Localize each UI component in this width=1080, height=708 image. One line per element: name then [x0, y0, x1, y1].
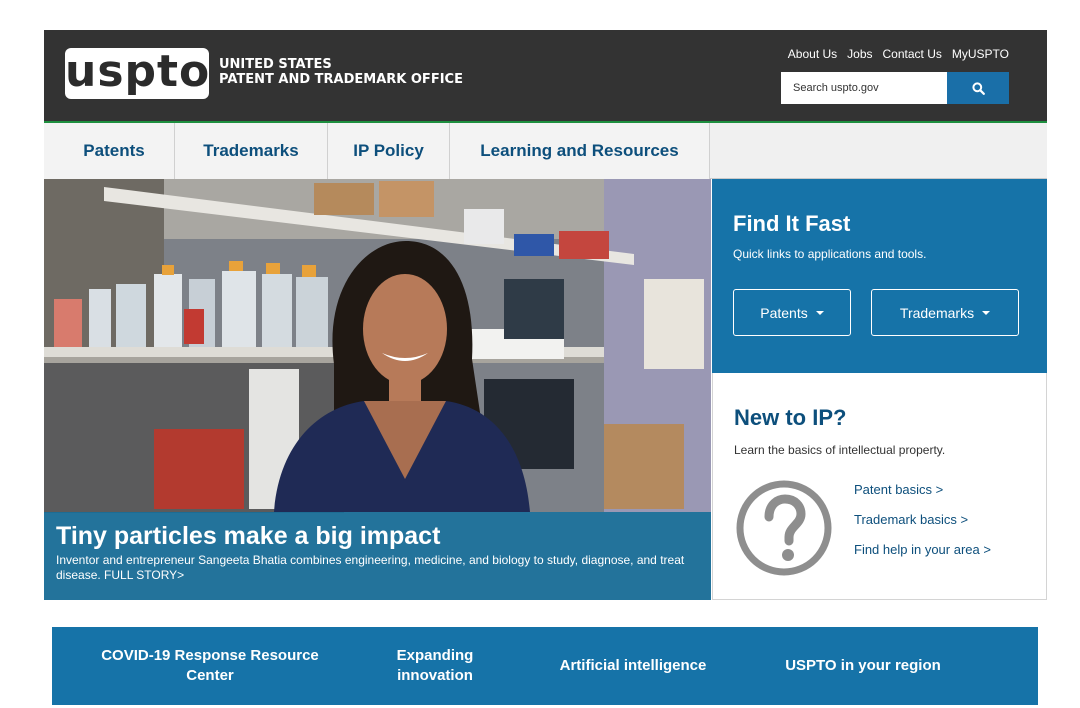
artificial-intelligence-link[interactable]: Artificial intelligence: [508, 656, 758, 676]
site-header: uspto UNITED STATES PATENT AND TRADEMARK…: [44, 30, 1047, 123]
chevron-down-icon: [982, 310, 991, 315]
find-it-fast-subtitle: Quick links to applications and tools.: [733, 247, 927, 261]
hero-banner[interactable]: Tiny particles make a big impact Invento…: [44, 179, 711, 600]
new-to-ip-subtitle: Learn the basics of intellectual propert…: [734, 443, 946, 457]
search-icon: [971, 81, 985, 95]
uspto-logo[interactable]: uspto: [65, 48, 209, 99]
trademarks-dropdown-button[interactable]: Trademarks: [871, 289, 1019, 336]
new-to-ip-title: New to IP?: [734, 405, 847, 430]
office-name-line2: PATENT AND TRADEMARK OFFICE: [219, 72, 463, 87]
myuspto-link[interactable]: MyUSPTO: [947, 47, 1009, 61]
trademarks-dropdown-label: Trademarks: [899, 304, 975, 321]
main-content: Tiny particles make a big impact Invento…: [44, 179, 1047, 600]
main-nav: Patents Trademarks IP Policy Learning an…: [44, 123, 1047, 179]
hero-caption: Tiny particles make a big impact Invento…: [44, 512, 711, 600]
hero-description[interactable]: Inventor and entrepreneur Sangeeta Bhati…: [56, 553, 696, 583]
page-frame: uspto UNITED STATES PATENT AND TRADEMARK…: [44, 30, 1047, 600]
chevron-down-icon: [815, 310, 824, 315]
hero-title[interactable]: Tiny particles make a big impact: [56, 522, 699, 550]
expanding-innovation-link[interactable]: Expanding innovation: [362, 646, 508, 686]
office-name: UNITED STATES PATENT AND TRADEMARK OFFIC…: [219, 57, 463, 87]
search-input[interactable]: [781, 72, 947, 104]
trademark-basics-link[interactable]: Trademark basics >: [854, 512, 991, 527]
patent-basics-link[interactable]: Patent basics >: [854, 482, 991, 497]
about-us-link[interactable]: About Us: [783, 47, 842, 61]
find-it-fast-buttons: Patents Trademarks: [733, 289, 1027, 336]
covid-resource-center-link[interactable]: COVID-19 Response Resource Center: [52, 646, 362, 686]
find-help-link[interactable]: Find help in your area >: [854, 542, 991, 557]
covid-link-line1: COVID-19 Response Resource: [101, 647, 319, 664]
nav-patents[interactable]: Patents: [44, 123, 175, 179]
search-button[interactable]: [947, 72, 1009, 104]
uspto-in-your-region-link[interactable]: USPTO in your region: [758, 656, 968, 676]
patents-dropdown-label: Patents: [760, 304, 808, 321]
jobs-link[interactable]: Jobs: [842, 47, 877, 61]
feature-links-band: COVID-19 Response Resource Center Expand…: [52, 627, 1038, 705]
covid-link-line2: Center: [186, 667, 234, 684]
contact-us-link[interactable]: Contact Us: [878, 47, 947, 61]
utility-links: About Us Jobs Contact Us MyUSPTO: [783, 47, 1009, 61]
search-form: [781, 72, 1009, 104]
new-to-ip-panel: New to IP? Learn the basics of intellect…: [712, 373, 1047, 600]
find-it-fast-title: Find It Fast: [733, 211, 851, 236]
main-nav-bar: Patents Trademarks IP Policy Learning an…: [44, 123, 710, 179]
new-to-ip-links: Patent basics > Trademark basics > Find …: [854, 482, 991, 572]
find-it-fast-panel: Find It Fast Quick links to applications…: [712, 179, 1047, 373]
question-icon: [736, 480, 832, 576]
nav-ip-policy[interactable]: IP Policy: [328, 123, 450, 179]
nav-learning-and-resources[interactable]: Learning and Resources: [450, 123, 710, 179]
nav-trademarks[interactable]: Trademarks: [175, 123, 328, 179]
patents-dropdown-button[interactable]: Patents: [733, 289, 851, 336]
sidebar: Find It Fast Quick links to applications…: [712, 179, 1047, 600]
office-name-line1: UNITED STATES: [219, 57, 332, 72]
